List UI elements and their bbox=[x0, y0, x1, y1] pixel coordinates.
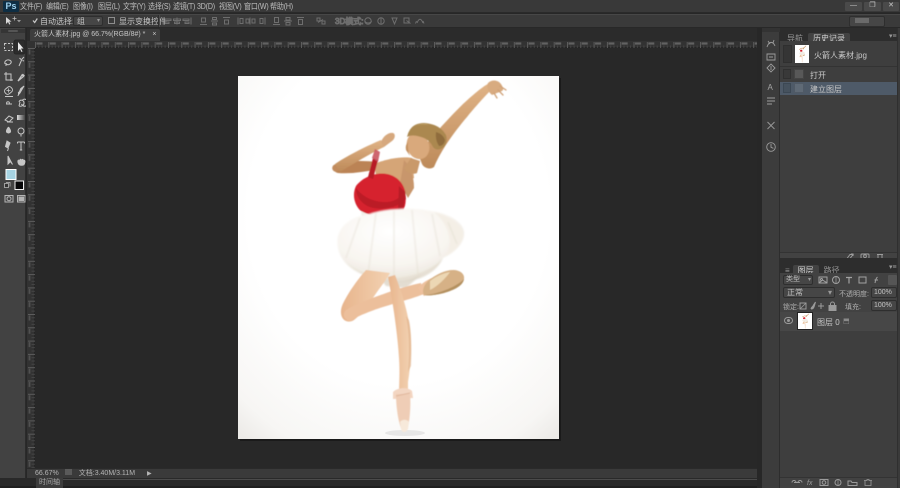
svg-text:fx: fx bbox=[807, 480, 813, 487]
svg-text:3D模式:: 3D模式: bbox=[335, 16, 363, 26]
svg-text:A: A bbox=[768, 83, 774, 92]
